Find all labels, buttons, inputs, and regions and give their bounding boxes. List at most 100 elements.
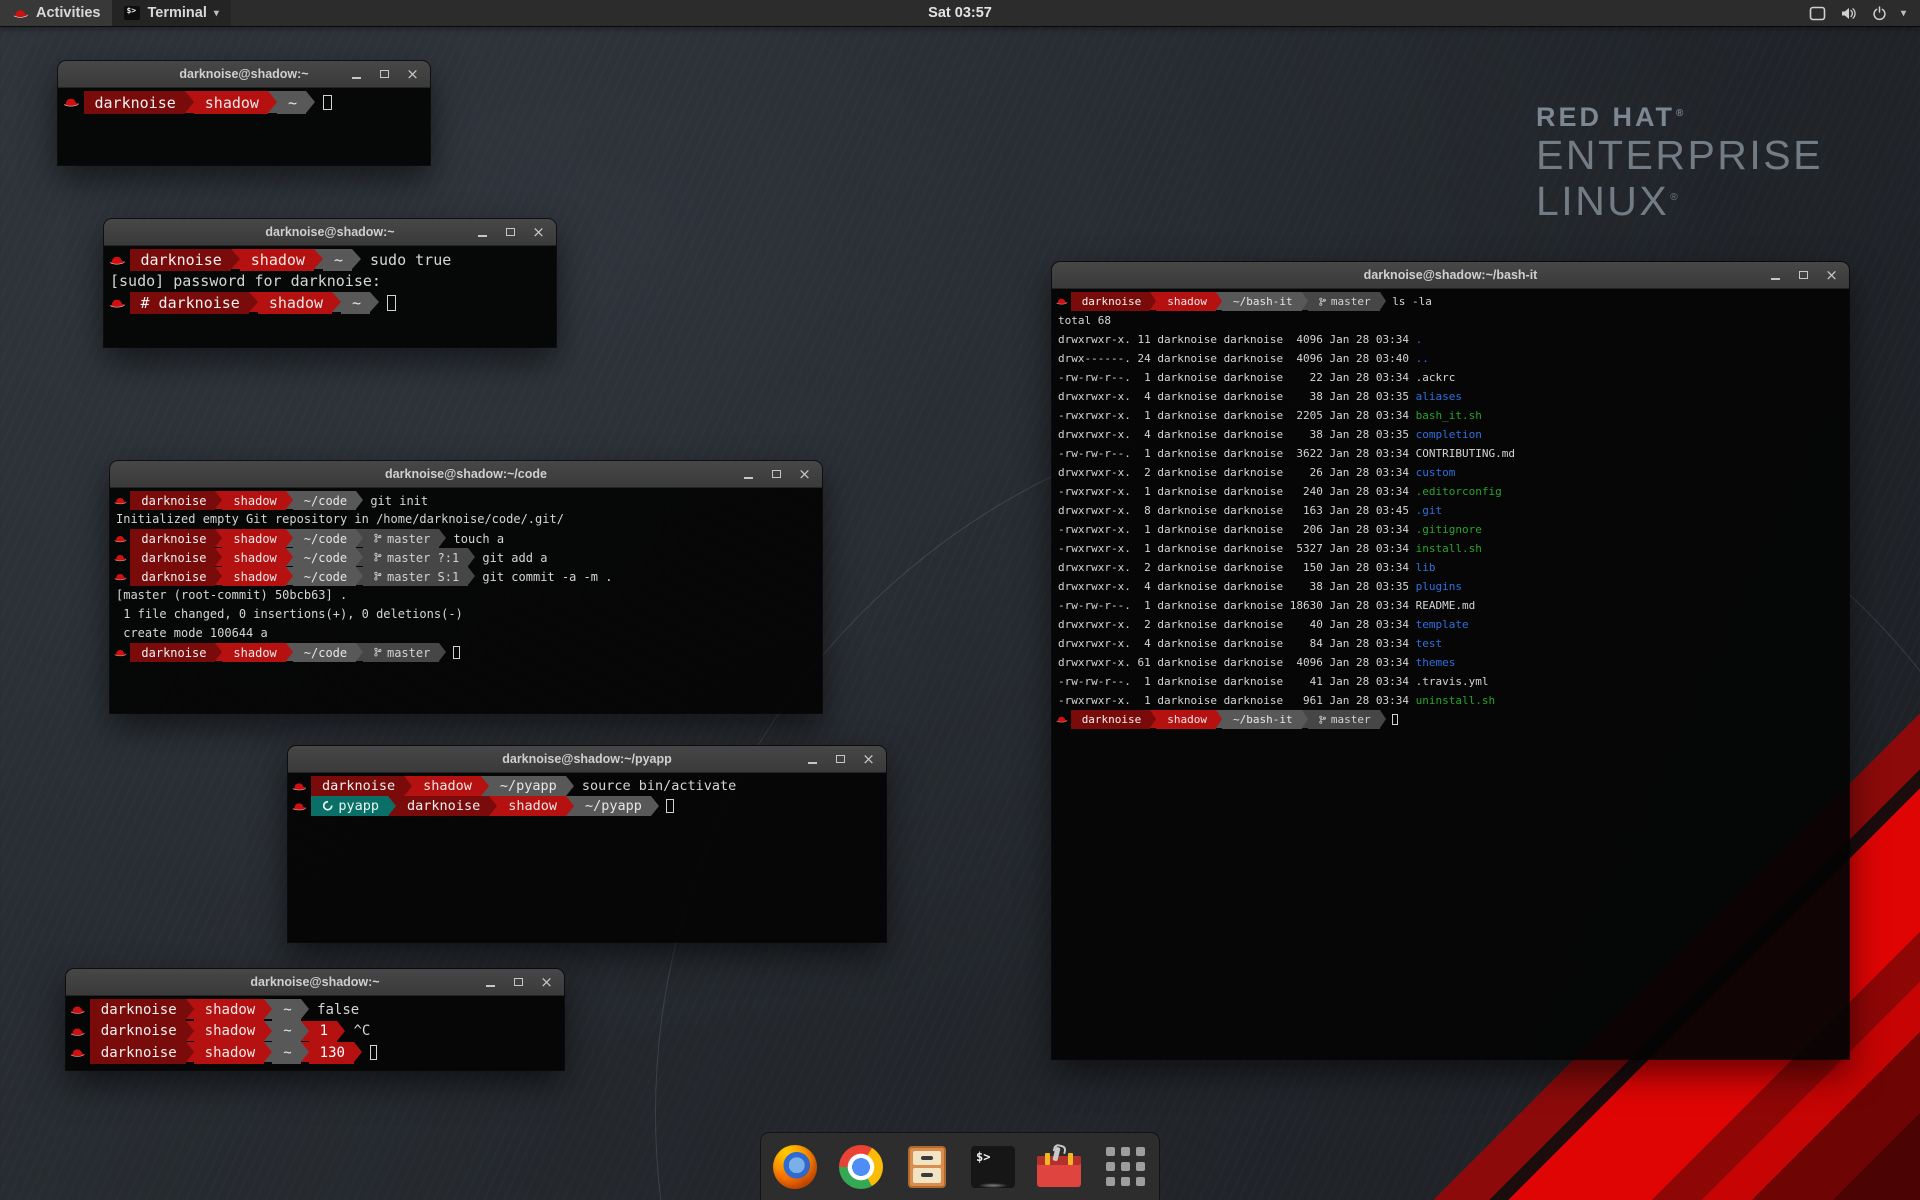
window-title: darknoise@shadow:~ [265,225,394,239]
terminal-body[interactable]: darknoiseshadow~sudo true[sudo] password… [104,246,556,347]
redhat-prompt-icon [66,1042,90,1064]
terminal-body[interactable]: darknoiseshadow~/pyappsource bin/activat… [288,773,886,942]
prompt-segment-path: ~ [272,999,300,1021]
window-titlebar[interactable]: darknoise@shadow:~ × [104,219,556,246]
prompt-line: darknoiseshadow~/pyappsource bin/activat… [288,776,886,796]
terminal-window-home-1[interactable]: darknoise@shadow:~×darknoiseshadow~ [58,61,430,165]
minimize-button[interactable] [473,223,492,242]
window-titlebar[interactable]: darknoise@shadow:~/code× [110,461,822,488]
activities-button[interactable]: Activities [0,0,112,26]
maximize-button[interactable] [831,750,850,769]
close-button[interactable]: × [403,65,422,84]
terminal-window-code[interactable]: darknoise@shadow:~/code×darknoiseshadow~… [110,461,822,713]
prompt-line: darknoiseshadow~/codemastertouch a [110,529,822,548]
prompt-segment-path: ~/code [293,529,356,548]
redhat-logo: RED HAT® ENTERPRISE LINUX® [1536,102,1823,225]
terminal-app-icon: $> [124,6,140,20]
close-button[interactable]: × [537,973,556,992]
ls-filename: .travis.yml [1416,675,1489,688]
powerline-arrow-icon [481,776,489,796]
terminal-window-sudo[interactable]: darknoise@shadow:~ × darknoiseshadow~sudo … [104,219,556,347]
toolbox-icon [1037,1147,1081,1187]
chevron-down-icon[interactable]: ▾ [1901,8,1906,19]
minimize-button[interactable] [481,973,500,992]
close-button[interactable]: × [859,750,878,769]
prompt-segment-err: 130 [309,1042,354,1064]
terminal-cursor [387,295,395,311]
terminal-body[interactable]: darknoiseshadow~ [58,88,430,165]
prompt-segment-user: darknoise [311,776,404,796]
powerline-arrow-icon [215,643,222,661]
window-titlebar[interactable]: darknoise@shadow:~× [58,61,430,88]
window-buttons: × [473,219,548,245]
output-line: create mode 100644 a [110,624,822,643]
prompt-line: darknoiseshadow~sudo true [104,249,556,271]
clock[interactable]: Sat 03:57 [918,0,1002,26]
ls-filename: aliases [1416,390,1462,403]
app-menu-terminal[interactable]: $> Terminal ▾ [112,0,230,26]
minimize-button[interactable] [739,465,758,484]
terminal-cursor [323,95,331,111]
ls-meta: drwxrwxr-x. 4 darknoise darknoise 38 Jan… [1058,580,1416,593]
powerline-arrow-icon [301,1021,309,1041]
window-titlebar[interactable]: darknoise@shadow:~/bash-it× [1052,262,1849,289]
ls-row: drwxrwxr-x. 4 darknoise darknoise 84 Jan… [1052,634,1849,653]
file-manager-icon[interactable] [904,1144,950,1190]
minimize-button[interactable] [347,65,366,84]
maximize-button[interactable] [767,465,786,484]
close-button[interactable]: × [529,223,548,242]
prompt-segment-host: shadow [222,548,285,567]
prompt-segment-host: shadow [194,1042,265,1064]
toolbox-lid [1037,1156,1081,1165]
powerline-arrow-icon [356,491,363,509]
toolbox-icon[interactable] [1036,1144,1082,1190]
powerline-arrow-icon [566,796,574,816]
powerline-arrow-icon [286,529,293,547]
window-titlebar[interactable]: darknoise@shadow:~/pyapp× [288,746,886,773]
powerline-arrow-icon [231,249,240,269]
ls-row: drwxrwxr-x. 8 darknoise darknoise 163 Ja… [1052,501,1849,520]
terminal-icon[interactable]: $> [970,1144,1016,1190]
ls-row: -rw-rw-r--. 1 darknoise darknoise 22 Jan… [1052,368,1849,387]
power-icon[interactable] [1872,6,1887,21]
prompt-segment-host: shadow [222,529,285,548]
maximize-button[interactable] [1794,266,1813,285]
ls-row: -rw-rw-r--. 1 darknoise darknoise 3622 J… [1052,444,1849,463]
firefox-icon[interactable] [772,1144,818,1190]
powerline-arrow-icon [286,491,293,509]
powerline-arrow-icon [286,548,293,566]
ls-filename: .gitignore [1416,523,1482,536]
window-titlebar[interactable]: darknoise@shadow:~× [66,969,564,996]
ls-row: -rwxrwxr-x. 1 darknoise darknoise 5327 J… [1052,539,1849,558]
terminal-window-bash-it[interactable]: darknoise@shadow:~/bash-it×darknoiseshad… [1052,262,1849,1059]
chrome-icon[interactable] [838,1144,884,1190]
close-button[interactable]: × [1822,266,1841,285]
minimize-button[interactable] [1766,266,1785,285]
prompt-segment-user: darknoise [90,1042,186,1064]
maximize-button[interactable] [509,973,528,992]
terminal-window-home-2[interactable]: darknoise@shadow:~×darknoiseshadow~false… [66,969,564,1070]
prompt-line: darknoiseshadow~/bash-itmasterls -la [1052,292,1849,311]
minimize-button[interactable] [803,750,822,769]
terminal-body[interactable]: darknoiseshadow~/bash-itmasterls -latota… [1052,289,1849,1059]
terminal-body[interactable]: darknoiseshadow~/codegit initInitialized… [110,488,822,713]
terminal-body[interactable]: darknoiseshadow~falsedarknoiseshadow~1^C… [66,996,564,1070]
prompt-segment-user: # darknoise [130,292,249,314]
maximize-button[interactable] [375,65,394,84]
minimize-icon [352,77,361,79]
display-icon[interactable] [1809,6,1826,21]
terminal-window-pyapp[interactable]: darknoise@shadow:~/pyapp× darknoiseshadow… [288,746,886,942]
app-grid-icon[interactable] [1102,1144,1148,1190]
powerline-arrow-icon [370,292,379,312]
ls-filename: template [1416,618,1469,631]
ls-row: -rwxrwxr-x. 1 darknoise darknoise 2205 J… [1052,406,1849,425]
maximize-button[interactable] [501,223,520,242]
volume-icon[interactable] [1840,6,1858,21]
command-text: sudo true [361,249,451,271]
close-button[interactable]: × [795,465,814,484]
powerline-arrow-icon [352,249,361,269]
system-tray[interactable]: ▾ [1795,0,1920,26]
powerline-arrow-icon [215,567,222,585]
chrome-icon [839,1145,883,1189]
redhat-prompt-icon [110,529,130,548]
